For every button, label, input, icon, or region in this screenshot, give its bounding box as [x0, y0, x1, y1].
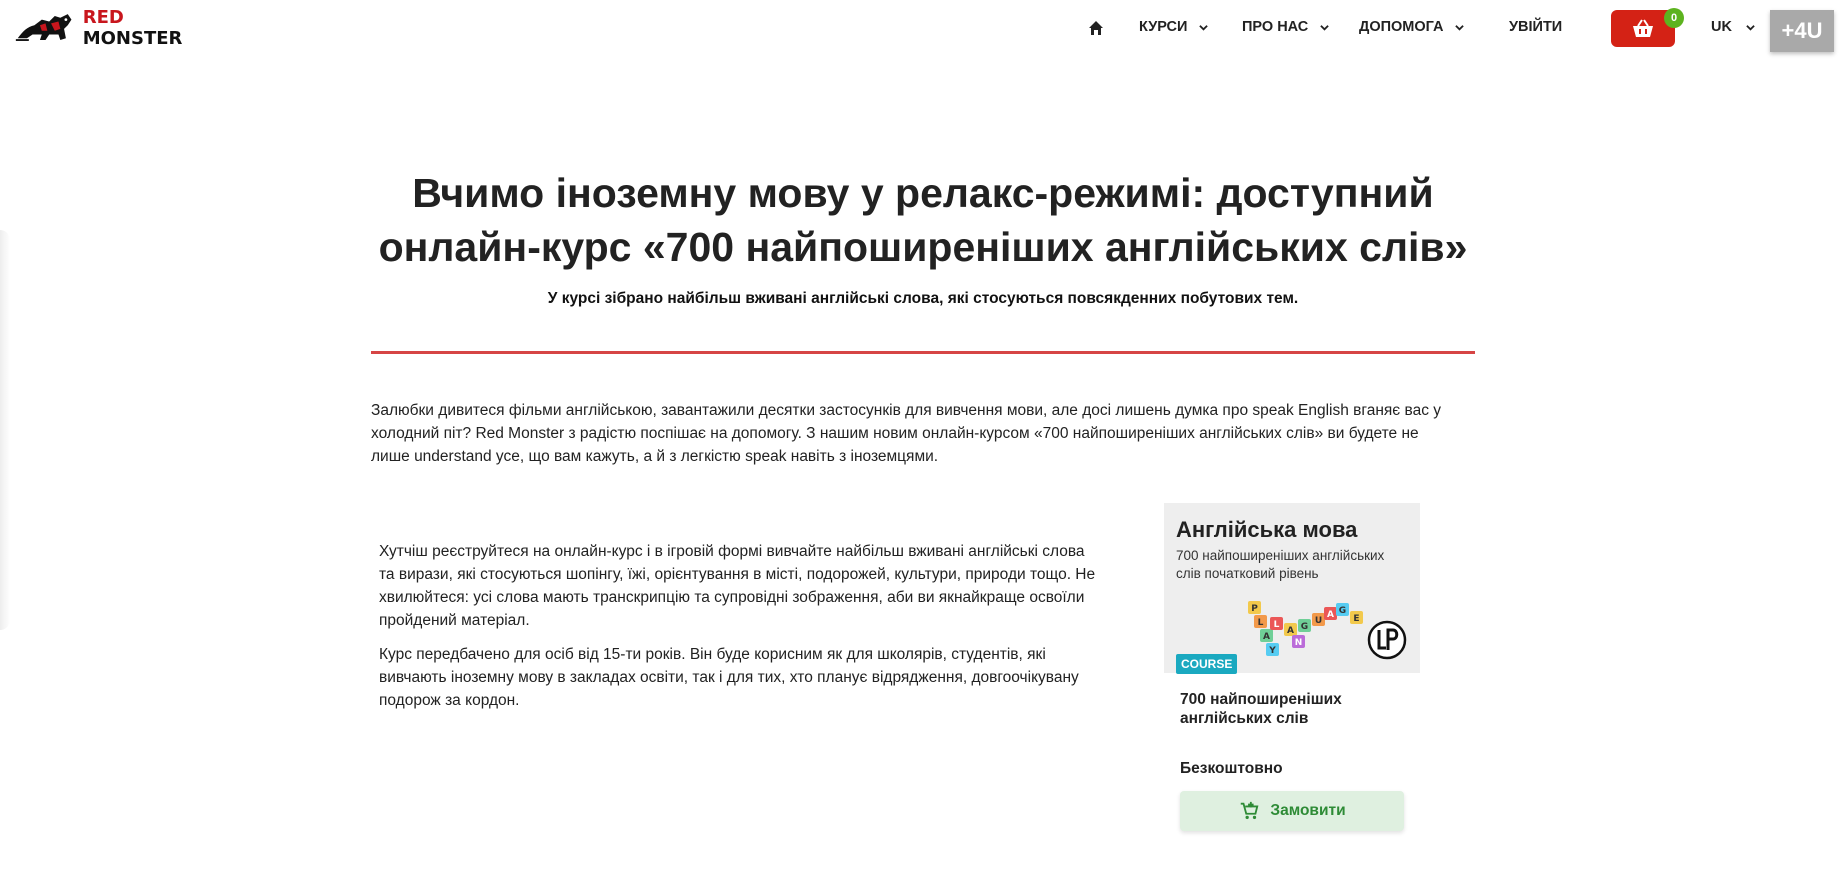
- svg-text:A: A: [1263, 632, 1270, 642]
- nav-about-label: ПРО НАС: [1242, 19, 1309, 35]
- svg-text:N: N: [1295, 638, 1303, 648]
- chevron-down-icon: [1455, 24, 1465, 31]
- page-title: Вчимо іноземну мову у релакс-режимі: дос…: [378, 170, 1468, 270]
- svg-text:L: L: [1258, 618, 1264, 628]
- login-link[interactable]: УВІЙТИ: [1509, 19, 1562, 35]
- page-subtitle: У курсі зібрано найбільш вживані англійс…: [547, 290, 1299, 307]
- course-badge: COURSE: [1176, 654, 1238, 674]
- home-icon[interactable]: [1088, 20, 1104, 36]
- order-button-label: Замовити: [1270, 802, 1346, 819]
- svg-text:L: L: [1274, 620, 1280, 630]
- svg-text:U: U: [1315, 616, 1322, 626]
- language-label: UK: [1711, 19, 1732, 35]
- svg-text:Y: Y: [1268, 646, 1276, 656]
- nav-about[interactable]: ПРО НАС: [1242, 19, 1330, 35]
- nav-courses-label: КУРСИ: [1139, 19, 1188, 35]
- monster-mascot-icon: [15, 14, 72, 41]
- svg-text:P: P: [1251, 604, 1258, 614]
- intro-paragraph: Залюбки дивитеся фільми англійською, зав…: [371, 402, 1441, 465]
- course-image[interactable]: Англійська мова 700 найпоширеніших англі…: [1164, 503, 1420, 674]
- letter-tiles-illustration: P L A Y L A N G U A G E: [1248, 601, 1363, 656]
- add-to-cart-icon: [1241, 801, 1259, 820]
- red-divider: [371, 351, 1475, 354]
- cart-count-badge: 0: [1664, 8, 1684, 28]
- nav-courses[interactable]: КУРСИ: [1139, 19, 1209, 35]
- red-monster-logo[interactable]: RED MONSTER: [14, 7, 219, 49]
- course-card[interactable]: Англійська мова 700 найпоширеніших англі…: [1164, 503, 1420, 831]
- course-image-title: Англійська мова: [1176, 517, 1358, 542]
- chevron-down-icon: [1320, 24, 1330, 31]
- chevron-down-icon: [1746, 24, 1755, 31]
- logo-wordmark: RED MONSTER: [82, 7, 183, 49]
- order-button[interactable]: Замовити: [1180, 791, 1404, 831]
- body-paragraph: Хутчіш реєструйтеся на онлайн-курс і в і…: [379, 543, 1096, 629]
- course-image-subtitle: 700 найпоширеніших англійських слів поча…: [1176, 548, 1385, 581]
- plus4u-button[interactable]: +4U: [1770, 10, 1834, 52]
- login-label: УВІЙТИ: [1509, 19, 1563, 35]
- language-selector[interactable]: UK: [1711, 19, 1755, 35]
- svg-text:A: A: [1287, 626, 1294, 636]
- course-name[interactable]: 700 найпоширеніших англійських слів: [1180, 690, 1380, 728]
- basket-icon: [1633, 18, 1653, 37]
- nav-help[interactable]: ДОПОМОГА: [1359, 19, 1465, 35]
- site-header: RED MONSTER КУРСИ ПРО НАС ДОПОМОГА УВІЙТ…: [0, 0, 1848, 56]
- svg-text:E: E: [1353, 614, 1359, 624]
- svg-text:G: G: [1339, 606, 1346, 616]
- left-edge-shadow: [0, 230, 10, 630]
- chevron-down-icon: [1199, 24, 1209, 31]
- svg-text:G: G: [1301, 622, 1308, 632]
- nav-help-label: ДОПОМОГА: [1359, 19, 1444, 35]
- body-paragraph: Курс передбачено для осіб від 15-ти рокі…: [379, 646, 1079, 709]
- course-price: Безкоштовно: [1180, 760, 1283, 777]
- provider-logo-icon: [1367, 620, 1407, 660]
- article-body: Хутчіш реєструйтеся на онлайн-курс і в і…: [379, 540, 1104, 723]
- svg-text:A: A: [1327, 610, 1334, 620]
